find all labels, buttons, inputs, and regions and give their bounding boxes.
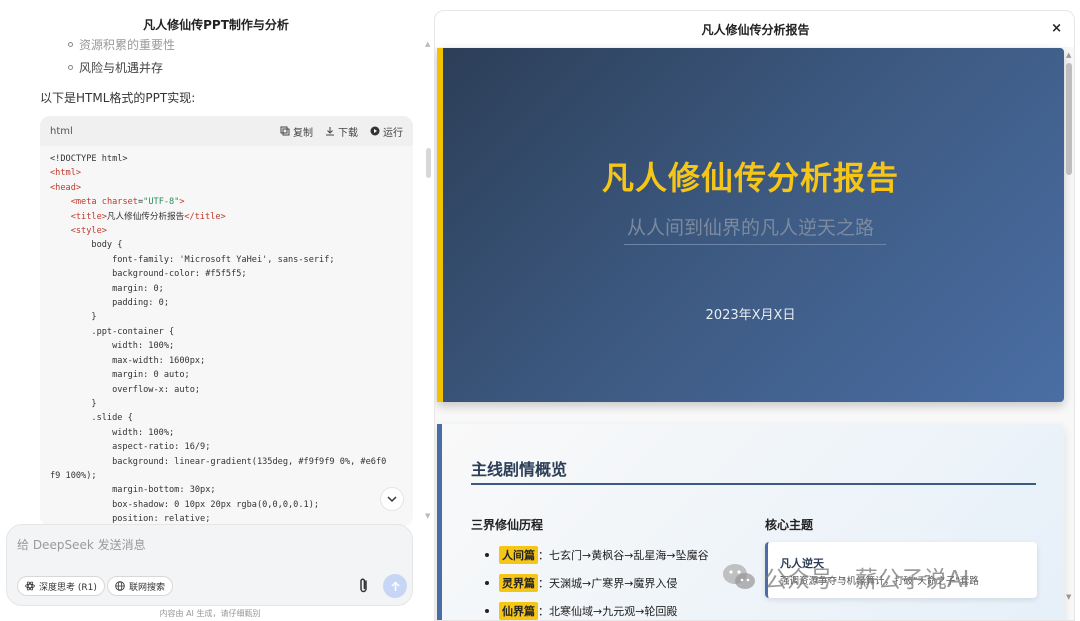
globe-icon (115, 581, 125, 591)
send-button[interactable] (383, 574, 407, 598)
code-block-header: html 复制 下载 运行 (40, 116, 413, 146)
scroll-down-arrow[interactable]: ▼ (425, 512, 430, 520)
scroll-to-bottom-button[interactable] (380, 487, 404, 511)
list-item: 灵界篇 ：天渊城→广寒界→魔界入侵 (485, 574, 677, 592)
code-language: html (50, 125, 73, 137)
code-content: <!DOCTYPE html> <html> <head> <meta char… (50, 154, 387, 525)
section-heading: 核心主题 (765, 518, 814, 532)
preview-pane: 凡人修仙传分析报告 × 凡人修仙传分析报告 从人间到仙界的凡人逆天之路 2023… (434, 10, 1075, 621)
bullet-icon (485, 553, 489, 557)
slide-heading: 主线剧情概览 (471, 460, 568, 479)
attachment-icon[interactable] (356, 577, 372, 595)
scroll-down-arrow[interactable]: ▼ (1066, 593, 1071, 601)
list-item: 仙界篇 ：北寒仙域→九元观→轮回殿 (485, 602, 677, 620)
preview-title: 凡人修仙传分析报告 (435, 11, 1074, 47)
list-item: 人间篇 ：七玄门→黄枫谷→乱星海→坠魔谷 (485, 546, 709, 564)
title-slide: 凡人修仙传分析报告 从人间到仙界的凡人逆天之路 2023年X月X日 (437, 48, 1064, 402)
copy-icon (280, 126, 290, 136)
close-icon[interactable]: × (1051, 21, 1062, 36)
bullet-icon (485, 609, 489, 613)
download-button[interactable]: 下载 (325, 124, 358, 139)
run-button[interactable]: 运行 (370, 124, 403, 139)
arc-label: 灵界篇 (499, 574, 538, 592)
play-icon (370, 126, 380, 136)
download-icon (326, 127, 334, 136)
slide-accent-bar (437, 424, 442, 620)
section-heading: 三界修仙历程 (471, 518, 544, 532)
slide-date: 2023年X月X日 (705, 308, 796, 323)
list-item: 风险与机遇并存 (68, 59, 163, 76)
atom-icon (25, 581, 35, 591)
arrow-up-icon (390, 580, 400, 591)
bullet-icon (68, 42, 73, 47)
arc-label: 仙界篇 (499, 602, 538, 620)
ai-disclaimer: 内容由 AI 生成，请仔细甄别 (159, 609, 261, 618)
copy-button[interactable]: 复制 (280, 124, 313, 139)
web-search-toggle[interactable]: 联网搜索 (107, 576, 174, 596)
scroll-up-arrow[interactable]: ▲ (1066, 51, 1071, 59)
message-input[interactable]: 给 DeepSeek 发送消息 (17, 536, 146, 553)
list-item: 资源积累的重要性 (68, 36, 175, 53)
left-scrollbar-thumb[interactable] (426, 148, 431, 178)
slide-title: 凡人修仙传分析报告 (601, 159, 899, 197)
slide-subtitle: 从人间到仙界的凡人逆天之路 (626, 217, 874, 239)
chat-pane: 凡人修仙传PPT制作与分析 资源积累的重要性 风险与机遇并存 以下是HTML格式… (0, 0, 432, 621)
wechat-icon (723, 564, 755, 589)
deep-think-toggle[interactable]: 深度思考 (R1) (17, 576, 105, 596)
bullet-icon (68, 65, 73, 70)
message-composer: 给 DeepSeek 发送消息 深度思考 (R1) 联网搜索 (6, 524, 413, 606)
heading-underline (471, 483, 1036, 485)
intro-text: 以下是HTML格式的PPT实现: (40, 91, 196, 105)
right-scrollbar-thumb[interactable] (1066, 63, 1072, 175)
code-block: html 复制 下载 运行 <!DOCTYPE html> <html> <he… (40, 116, 413, 526)
watermark: 公众号 · 薪公子说AI (722, 560, 969, 594)
bullet-icon (485, 581, 489, 585)
arc-label: 人间篇 (499, 546, 538, 564)
conversation-title: 凡人修仙传PPT制作与分析 (143, 18, 289, 32)
scroll-up-arrow[interactable]: ▲ (425, 40, 430, 48)
subtitle-underline (624, 244, 886, 245)
chevron-down-icon (387, 496, 397, 503)
